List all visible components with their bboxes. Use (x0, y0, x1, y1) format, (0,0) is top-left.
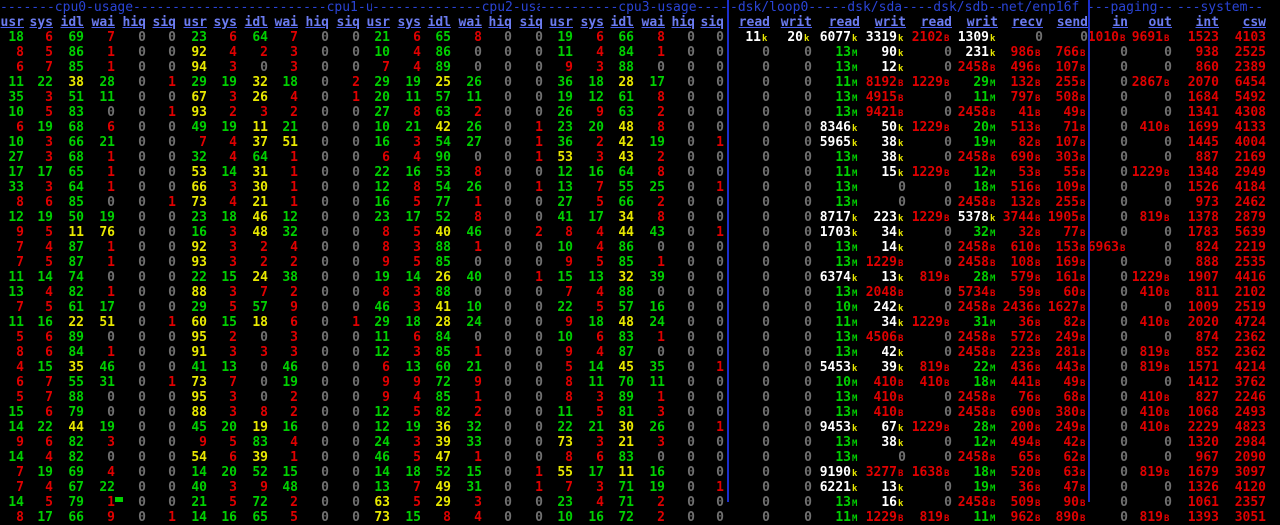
cell-writ: 1229 (865, 255, 897, 270)
cell-csw: 2169 (1234, 150, 1266, 165)
cell-csw: 2362 (1234, 345, 1266, 360)
cell-out: 410 (1139, 315, 1163, 330)
cell-csw: 2984 (1234, 435, 1266, 450)
cell-csw: 2949 (1234, 165, 1266, 180)
cell-csw: 2246 (1234, 390, 1266, 405)
cell-out: 410 (1139, 120, 1163, 135)
cell-writ: 410 (873, 405, 897, 420)
cell-writ: 12 (881, 60, 897, 75)
column-separator (727, 0, 729, 502)
cell-out: 9691 (1131, 30, 1163, 45)
cell-writ: 410 (873, 390, 897, 405)
cell-writ: 42 (881, 345, 897, 360)
group-header: net/enp16f (1001, 0, 1080, 15)
cell-csw: 2879 (1234, 210, 1266, 225)
cell-out: 410 (1139, 285, 1163, 300)
cell-csw: 4184 (1234, 180, 1266, 195)
cell-out: 2867 (1131, 75, 1163, 90)
cell-csw: 4103 (1234, 30, 1266, 45)
cell-csw: 4308 (1234, 105, 1266, 120)
cell-out: 410 (1139, 420, 1163, 435)
cell-writ: 1309 (957, 30, 989, 45)
cell-csw: 2493 (1234, 405, 1266, 420)
cell-writ: 38 (881, 435, 897, 450)
cell-csw: 2219 (1234, 240, 1266, 255)
cell-writ: 4506 (865, 330, 897, 345)
group-header: ----------cpu3-usage------ (540, 0, 730, 15)
table-row: 8 17 66 9 0 1 14 16 65 5 0 0 73 15 8 4 0 0 10 16 72 2 0 0 0 0 11 M 1… (0, 510, 1280, 525)
cell-out: 410 (1139, 405, 1163, 420)
cell-writ: 242 (873, 300, 897, 315)
cell-csw: 4004 (1234, 135, 1266, 150)
cell-csw: 2102 (1234, 285, 1266, 300)
cell-read: 13 (835, 195, 851, 210)
cell-csw: 2389 (1234, 60, 1266, 75)
cell-writ: 38 (881, 150, 897, 165)
group-header: --------------cpu1-usage------------- (217, 0, 372, 15)
column-header-csw: csw (1242, 15, 1266, 30)
cell-writ: 16 (881, 495, 897, 510)
cell-csw: 6454 (1234, 75, 1266, 90)
cell-out: 1229 (1131, 270, 1163, 285)
cell-writ: 13 (881, 480, 897, 495)
cell-csw: 4120 (1234, 480, 1266, 495)
cell-out: 410 (1139, 390, 1163, 405)
terminal-cursor (115, 497, 123, 502)
cell-csw: 4416 (1234, 270, 1266, 285)
cell-out: 819 (1139, 210, 1163, 225)
column-separator (1088, 0, 1090, 502)
cell-out: 819 (1139, 345, 1163, 360)
cell-csw: 4133 (1234, 120, 1266, 135)
cell-out: 1229 (1131, 165, 1163, 180)
cell-writ: 34 (881, 225, 897, 240)
group-header: -------cpu0-usage------------- (0, 0, 217, 15)
cell-out: 819 (1139, 510, 1163, 525)
cell-csw: 4724 (1234, 315, 1266, 330)
group-header: -dsk/loop0- (730, 0, 816, 15)
cell-csw: 2535 (1234, 255, 1266, 270)
cell-writ: 9421 (865, 105, 897, 120)
cell-csw: 5492 (1234, 90, 1266, 105)
cell-writ: 90 (881, 45, 897, 60)
cell-writ: 14 (881, 240, 897, 255)
cell-csw: 2357 (1234, 495, 1266, 510)
cell-writ: 38 (881, 135, 897, 150)
cell-writ: 2048 (865, 285, 897, 300)
cell-csw: 4214 (1234, 360, 1266, 375)
dstat-terminal: -------cpu0-usage------------- ----------… (0, 0, 1280, 525)
group-header: ----dsk/sda- (816, 0, 902, 15)
cell-out: 819 (1139, 465, 1163, 480)
group-header: --------------cpu2-usage-------------- (372, 0, 540, 15)
cell-read: 13 (835, 450, 851, 465)
cell-out: 819 (1139, 360, 1163, 375)
group-header: ---paging-- (1087, 0, 1174, 15)
cell-csw: 3097 (1234, 465, 1266, 480)
cell-writ: 4915 (865, 90, 897, 105)
cell-csw: 2525 (1234, 45, 1266, 60)
cell-csw: 4823 (1234, 420, 1266, 435)
cell-csw: 2519 (1234, 300, 1266, 315)
cell-csw: 3762 (1234, 375, 1266, 390)
cell-csw: 2090 (1234, 450, 1266, 465)
cell-csw: 2462 (1234, 195, 1266, 210)
cell-read: 13 (835, 180, 851, 195)
cell-csw: 3051 (1234, 510, 1266, 525)
cell-csw: 2362 (1234, 330, 1266, 345)
group-header: ---system-- (1177, 0, 1264, 15)
cell-csw: 5639 (1234, 225, 1266, 240)
group-header: ----dsk/sdb-- (902, 0, 1001, 15)
